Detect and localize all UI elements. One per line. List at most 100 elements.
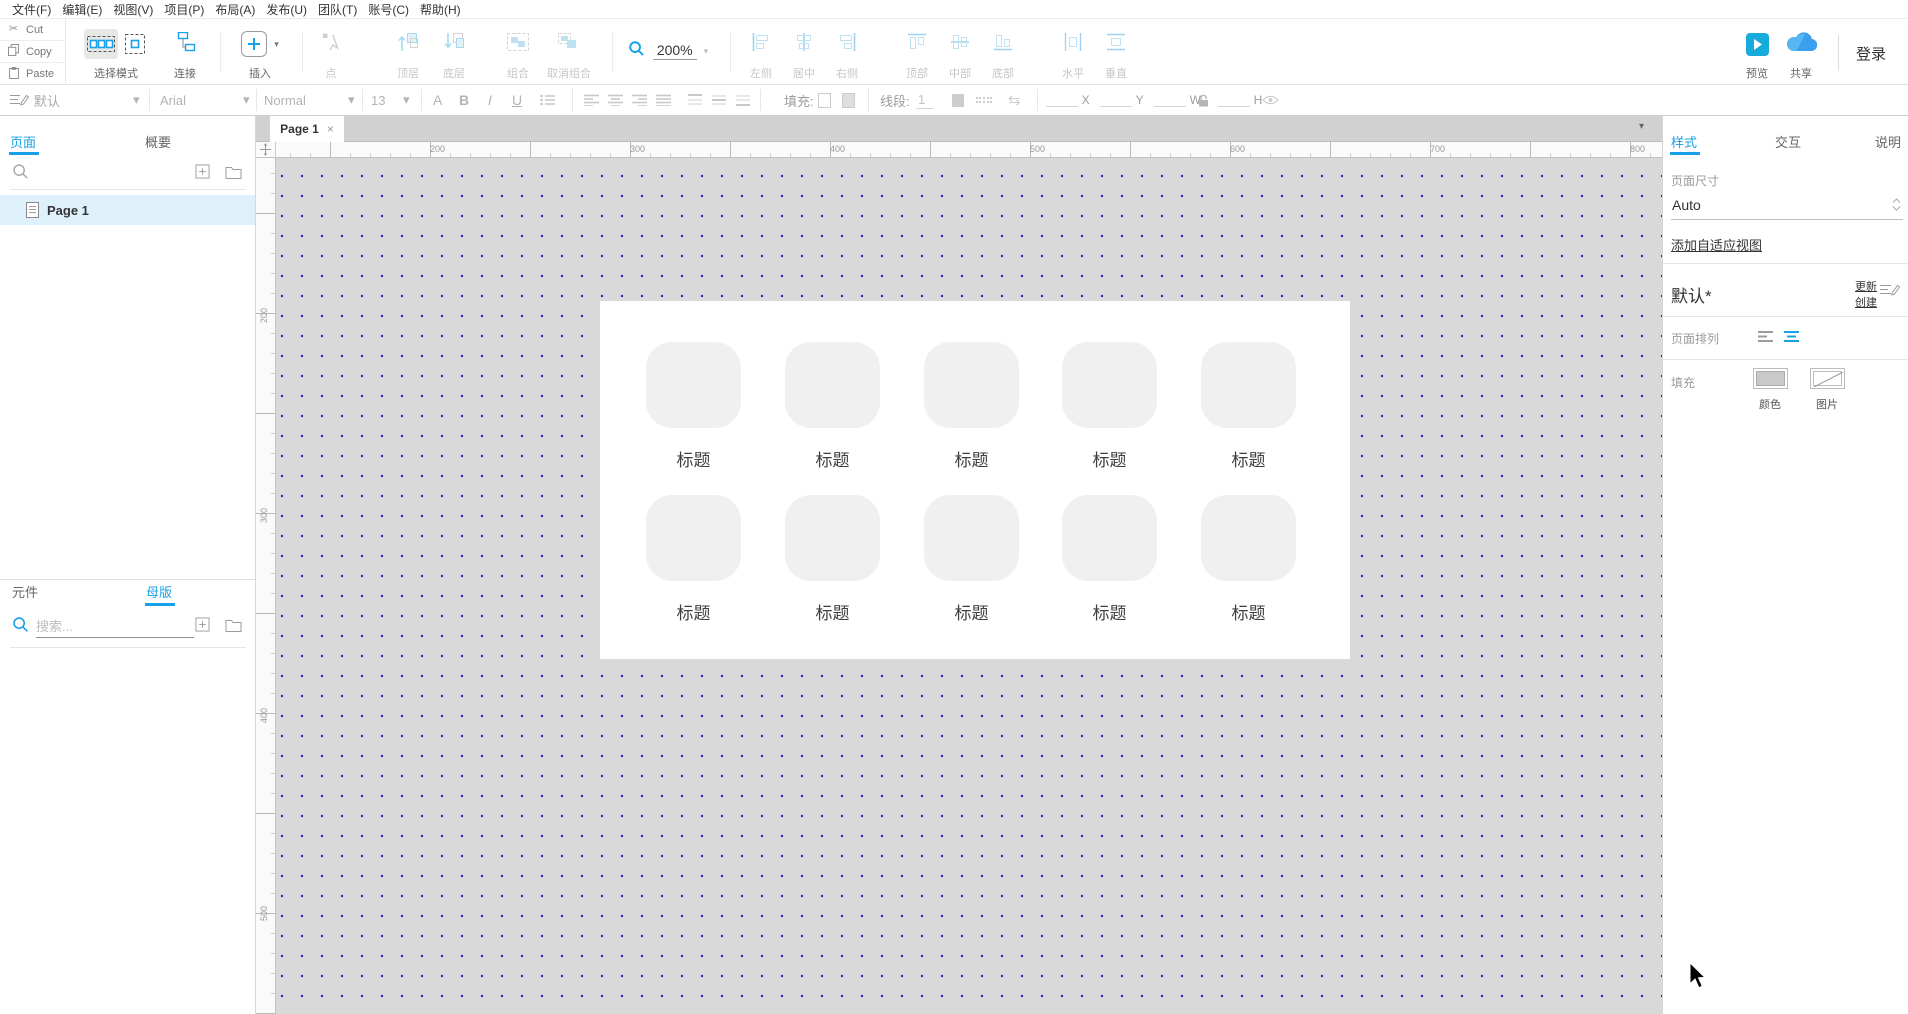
tab-outline[interactable]: 概要 (145, 132, 171, 151)
menu-item[interactable]: 编辑(E) (62, 1, 102, 18)
chevron-down-icon[interactable]: ▾ (348, 85, 355, 115)
text-align-right-icon[interactable] (632, 85, 647, 115)
item-title[interactable]: 标题 (646, 446, 741, 471)
font-size-select[interactable]: 13 (371, 85, 385, 115)
tab-notes[interactable]: 说明 (1875, 132, 1901, 151)
page-align-center-icon[interactable] (1784, 330, 1800, 348)
text-align-justify-icon[interactable] (656, 85, 671, 115)
tab-widgets[interactable]: 元件 (12, 582, 38, 601)
text-align-left-icon[interactable] (584, 85, 599, 115)
bullet-list-icon[interactable] (540, 85, 555, 115)
paste-button[interactable]: Paste (0, 63, 65, 85)
create-style-link[interactable]: 创建 (1855, 294, 1877, 310)
fill-color-swatch[interactable] (842, 85, 855, 115)
distribute-vertical-button[interactable]: 垂直 (1095, 26, 1137, 81)
style-preset-select[interactable]: 默认 (34, 85, 60, 115)
align-top-button[interactable]: 顶部 (896, 26, 938, 81)
line-color-swatch[interactable] (952, 85, 964, 115)
menu-item[interactable]: 文件(F) (12, 1, 51, 18)
distribute-horizontal-button[interactable]: 水平 (1052, 26, 1094, 81)
item-title[interactable]: 标题 (924, 599, 1019, 624)
image-placeholder[interactable] (646, 342, 741, 428)
h-field[interactable]: H (1218, 85, 1262, 115)
search-icon[interactable] (12, 616, 29, 638)
tab-interactions[interactable]: 交互 (1775, 132, 1801, 151)
tab-pages[interactable]: 页面 (10, 132, 36, 151)
group-button[interactable]: 组合 (496, 26, 540, 81)
chevron-down-icon[interactable]: ▾ (243, 85, 250, 115)
y-field[interactable]: Y (1100, 85, 1144, 115)
italic-button[interactable]: I (488, 85, 492, 115)
vertical-align-top-icon[interactable] (688, 85, 702, 115)
image-placeholder[interactable] (924, 495, 1019, 581)
font-color-button[interactable]: A (433, 85, 442, 115)
menu-item[interactable]: 项目(P) (164, 1, 204, 18)
tab-masters[interactable]: 母版 (146, 582, 172, 601)
fill-color-swatch[interactable] (1753, 368, 1788, 389)
page-align-left-icon[interactable] (1758, 330, 1774, 348)
point-tool-button[interactable]: 点 (312, 26, 350, 81)
page-size-select[interactable]: Auto (1672, 197, 1701, 213)
add-page-icon[interactable] (195, 164, 210, 184)
stepper-chevrons-icon[interactable] (1892, 197, 1901, 217)
menu-item[interactable]: 布局(A) (215, 1, 255, 18)
bring-to-front-button[interactable]: 顶层 (386, 26, 430, 81)
menu-item[interactable]: 帮助(H) (420, 1, 461, 18)
underline-button[interactable]: U (512, 85, 522, 115)
cut-button[interactable]: ✂Cut (0, 19, 65, 41)
image-placeholder[interactable] (646, 495, 741, 581)
login-button[interactable]: 登录 (1856, 43, 1886, 64)
item-title[interactable]: 标题 (1062, 599, 1157, 624)
menu-item[interactable]: 账号(C) (368, 1, 409, 18)
update-style-link[interactable]: 更新 (1855, 278, 1877, 294)
font-weight-select[interactable]: Normal (264, 85, 306, 115)
add-master-icon[interactable] (195, 617, 210, 637)
search-icon[interactable] (12, 163, 29, 185)
copy-button[interactable]: Copy (0, 41, 65, 63)
ungroup-button[interactable]: 取消组合 (540, 26, 598, 81)
image-placeholder[interactable] (1062, 342, 1157, 428)
chevron-down-icon[interactable]: ▾ (704, 46, 709, 57)
fill-none-swatch[interactable] (818, 85, 831, 115)
align-middle-button[interactable]: 中部 (939, 26, 981, 81)
select-contained-mode-button[interactable] (122, 31, 148, 57)
connect-button[interactable]: 连接 (162, 26, 208, 81)
chevron-down-icon[interactable]: ▾ (274, 39, 279, 50)
align-right-button[interactable]: 右侧 (826, 26, 868, 81)
fill-image-swatch[interactable] (1810, 368, 1845, 389)
zoom-control[interactable]: 200% ▾ (620, 33, 716, 69)
select-intersected-mode-button[interactable] (84, 29, 118, 59)
add-folder-icon[interactable] (225, 165, 242, 184)
tab-list-chevron-icon[interactable]: ▾ (1639, 121, 1644, 132)
item-title[interactable]: 标题 (785, 446, 880, 471)
eye-icon[interactable] (1262, 85, 1279, 115)
align-center-button[interactable]: 居中 (783, 26, 825, 81)
image-placeholder[interactable] (1062, 495, 1157, 581)
align-bottom-button[interactable]: 底部 (982, 26, 1024, 81)
x-field[interactable]: X (1046, 85, 1090, 115)
line-style-icon[interactable] (976, 85, 992, 115)
item-title[interactable]: 标题 (646, 599, 741, 624)
chevron-down-icon[interactable]: ▾ (403, 85, 410, 115)
item-title[interactable]: 标题 (1201, 446, 1296, 471)
item-title[interactable]: 标题 (1062, 446, 1157, 471)
image-placeholder[interactable] (785, 342, 880, 428)
font-family-select[interactable]: Arial (160, 85, 186, 115)
vertical-align-bottom-icon[interactable] (736, 85, 750, 115)
item-title[interactable]: 标题 (924, 446, 1019, 471)
image-placeholder[interactable] (1201, 342, 1296, 428)
share-button[interactable]: 共享 (1779, 26, 1823, 81)
line-width-field[interactable]: 1 (916, 85, 933, 115)
add-folder-icon[interactable] (225, 618, 242, 637)
lock-ratio-icon[interactable] (1198, 85, 1209, 115)
item-title[interactable]: 标题 (785, 599, 880, 624)
menu-item[interactable]: 团队(T) (318, 1, 357, 18)
edit-style-icon[interactable] (1879, 282, 1900, 304)
menu-item[interactable]: 发布(U) (266, 1, 307, 18)
design-canvas[interactable]: 标题 标题 标题 标题 标题 (276, 158, 1662, 1014)
canvas-tab-page1[interactable]: Page 1 × (270, 116, 344, 142)
tab-style[interactable]: 样式 (1671, 132, 1697, 151)
insert-button[interactable]: ▾ 插入 (230, 26, 290, 81)
send-to-back-button[interactable]: 底层 (432, 26, 476, 81)
vertical-align-middle-icon[interactable] (712, 85, 726, 115)
